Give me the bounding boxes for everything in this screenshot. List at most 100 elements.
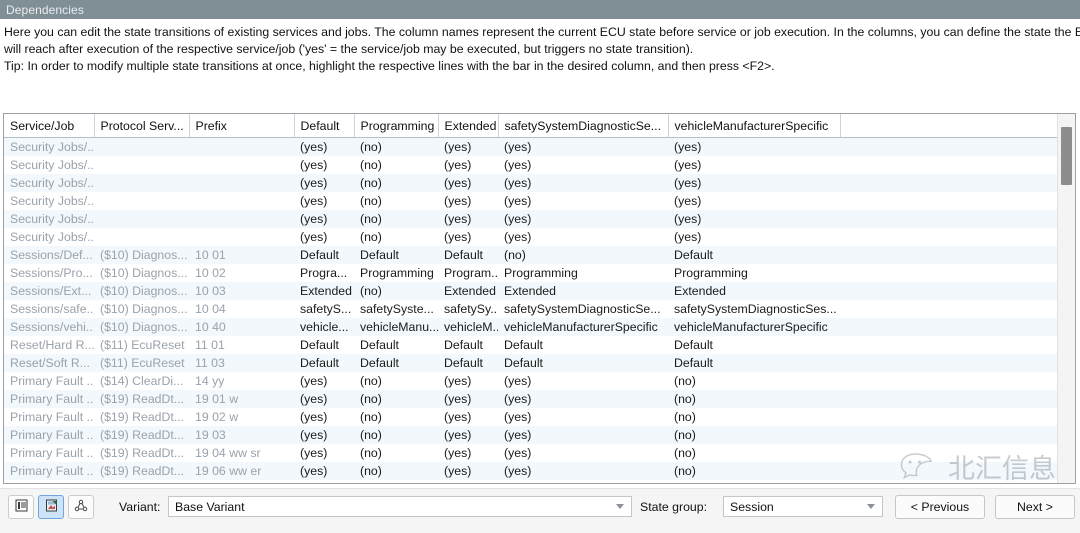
table-cell[interactable]: (yes): [668, 228, 840, 246]
table-cell[interactable]: 11 03: [189, 354, 294, 372]
table-cell[interactable]: (yes): [294, 390, 354, 408]
column-header[interactable]: Prefix: [189, 114, 295, 138]
table-cell[interactable]: [94, 210, 189, 228]
table-cell[interactable]: (yes): [498, 372, 668, 390]
table-cell[interactable]: ($10) Diagnos...: [94, 246, 189, 264]
table-cell[interactable]: (no): [354, 444, 438, 462]
table-cell[interactable]: 10 01: [189, 246, 294, 264]
table-cell[interactable]: (no): [668, 444, 840, 462]
table-cell[interactable]: (yes): [438, 372, 498, 390]
table-body[interactable]: Security Jobs/... (yes) (no) (yes) (yes) (yes…: [4, 137, 1057, 480]
table-cell[interactable]: 19 06 ww er: [189, 462, 294, 480]
table-cell[interactable]: [840, 192, 1057, 210]
edit-table-icon-button[interactable]: [38, 495, 64, 519]
table-cell[interactable]: Security Jobs/...: [4, 174, 94, 192]
table-cell[interactable]: (yes): [498, 390, 668, 408]
list-view-icon-button[interactable]: [8, 495, 34, 519]
scrollbar-thumb[interactable]: [1061, 127, 1072, 185]
table-cell[interactable]: Extended: [294, 282, 354, 300]
table-cell[interactable]: ($19) ReadDt...: [94, 390, 189, 408]
table-cell[interactable]: (no): [354, 174, 438, 192]
table-cell[interactable]: (no): [498, 246, 668, 264]
table-cell[interactable]: (yes): [668, 156, 840, 174]
table-cell[interactable]: ($19) ReadDt...: [94, 408, 189, 426]
table-cell[interactable]: Primary Fault ...: [4, 390, 94, 408]
table-row[interactable]: Security Jobs/... (yes) (no) (yes) (yes) (yes…: [4, 210, 1057, 228]
table-cell[interactable]: ($19) ReadDt...: [94, 444, 189, 462]
table-cell[interactable]: (yes): [668, 137, 840, 156]
table-cell[interactable]: (yes): [438, 426, 498, 444]
table-cell[interactable]: Security Jobs/...: [4, 137, 94, 156]
column-header[interactable]: [840, 114, 1057, 138]
table-cell[interactable]: [94, 228, 189, 246]
table-cell[interactable]: Default: [438, 246, 498, 264]
table-cell[interactable]: (no): [668, 390, 840, 408]
table-cell[interactable]: (no): [354, 426, 438, 444]
table-cell[interactable]: [840, 300, 1057, 318]
table-cell[interactable]: safetyS...: [294, 300, 354, 318]
table-cell[interactable]: (yes): [498, 444, 668, 462]
table-cell[interactable]: (yes): [438, 228, 498, 246]
table-cell[interactable]: (yes): [668, 210, 840, 228]
table-cell[interactable]: [189, 210, 294, 228]
table-row[interactable]: Security Jobs/... (yes) (no) (yes) (yes) (yes…: [4, 156, 1057, 174]
table-cell[interactable]: [189, 174, 294, 192]
vertical-scrollbar[interactable]: [1057, 114, 1075, 483]
table-cell[interactable]: Default: [438, 336, 498, 354]
table-cell[interactable]: (yes): [294, 228, 354, 246]
table-cell[interactable]: 10 40: [189, 318, 294, 336]
table-cell[interactable]: (yes): [438, 408, 498, 426]
table-cell[interactable]: ($10) Diagnos...: [94, 318, 189, 336]
table-cell[interactable]: (yes): [668, 174, 840, 192]
table-cell[interactable]: [840, 408, 1057, 426]
variant-combobox[interactable]: Base Variant: [168, 496, 632, 517]
table-cell[interactable]: vehicle...: [294, 318, 354, 336]
table-row[interactable]: Reset/Hard R... ($11) EcuReset 11 01 Defaul…: [4, 336, 1057, 354]
table-cell[interactable]: (yes): [498, 137, 668, 156]
table-cell[interactable]: (no): [354, 210, 438, 228]
table-cell[interactable]: (yes): [438, 174, 498, 192]
table-cell[interactable]: (yes): [498, 192, 668, 210]
table-cell[interactable]: ($19) ReadDt...: [94, 462, 189, 480]
table-cell[interactable]: Default: [354, 246, 438, 264]
table-cell[interactable]: Default: [668, 354, 840, 372]
table-cell[interactable]: [189, 228, 294, 246]
table-cell[interactable]: (yes): [294, 174, 354, 192]
table-cell[interactable]: Default: [354, 354, 438, 372]
table-cell[interactable]: (no): [354, 156, 438, 174]
table-cell[interactable]: 19 02 w: [189, 408, 294, 426]
table-cell[interactable]: ($10) Diagnos...: [94, 282, 189, 300]
table-cell[interactable]: Primary Fault ...: [4, 408, 94, 426]
table-row[interactable]: Primary Fault ... ($19) ReadDt... 19 06 ww…: [4, 462, 1057, 480]
next-button[interactable]: Next >: [995, 495, 1075, 519]
table-cell[interactable]: Sessions/Def...: [4, 246, 94, 264]
table-cell[interactable]: 10 04: [189, 300, 294, 318]
table-cell[interactable]: ($19) ReadDt...: [94, 426, 189, 444]
table-cell[interactable]: [189, 137, 294, 156]
table-cell[interactable]: 14 yy: [189, 372, 294, 390]
table-cell[interactable]: [840, 174, 1057, 192]
table-cell[interactable]: [840, 444, 1057, 462]
table-row[interactable]: Sessions/Pro... ($10) Diagnos... 10 02 Prog…: [4, 264, 1057, 282]
table-cell[interactable]: safetySystemDiagnosticSe...: [498, 300, 668, 318]
table-cell[interactable]: (yes): [294, 372, 354, 390]
table-cell[interactable]: (yes): [438, 192, 498, 210]
table-cell[interactable]: Reset/Soft R...: [4, 354, 94, 372]
table-cell[interactable]: Extended: [668, 282, 840, 300]
table-cell[interactable]: vehicleM...: [438, 318, 498, 336]
table-cell[interactable]: [189, 156, 294, 174]
table-cell[interactable]: (no): [354, 390, 438, 408]
table-cell[interactable]: (yes): [498, 228, 668, 246]
table-cell[interactable]: Default: [294, 336, 354, 354]
table-cell[interactable]: (yes): [294, 462, 354, 480]
table-row[interactable]: Sessions/Ext... ($10) Diagnos... 10 03 Exte…: [4, 282, 1057, 300]
table-cell[interactable]: Program...: [438, 264, 498, 282]
table-cell[interactable]: (yes): [438, 444, 498, 462]
table-row[interactable]: Primary Fault ... ($19) ReadDt... 19 04 ww…: [4, 444, 1057, 462]
table-cell[interactable]: (yes): [438, 390, 498, 408]
table-cell[interactable]: [840, 228, 1057, 246]
table-cell[interactable]: [94, 192, 189, 210]
table-cell[interactable]: [840, 354, 1057, 372]
table-cell[interactable]: (no): [354, 228, 438, 246]
table-cell[interactable]: Security Jobs/...: [4, 156, 94, 174]
